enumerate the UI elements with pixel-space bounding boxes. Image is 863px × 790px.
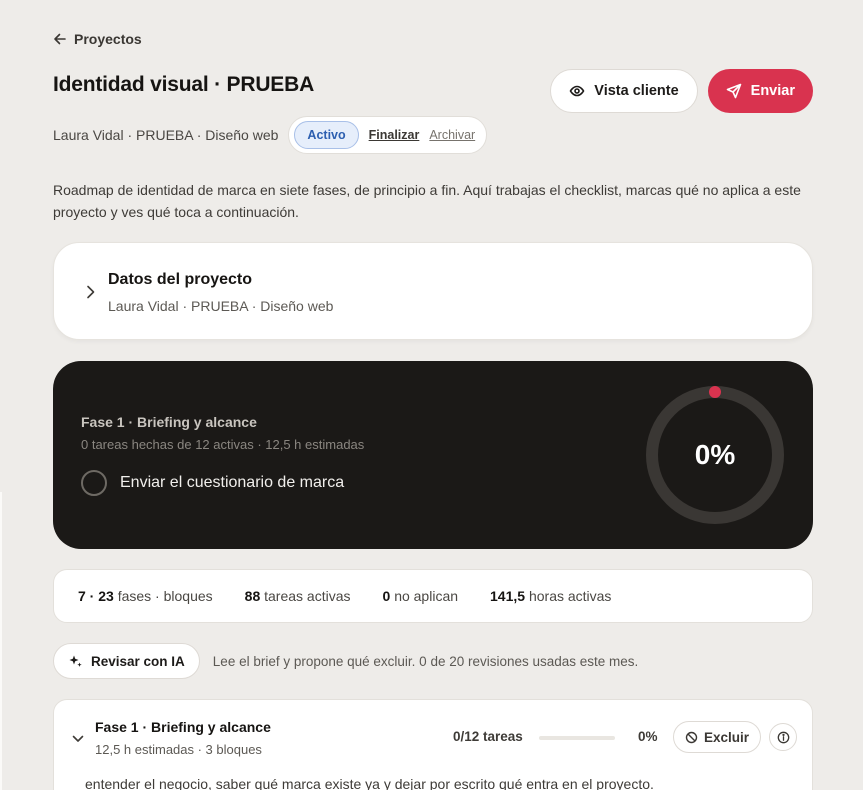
archive-link[interactable]: Archivar: [429, 128, 475, 142]
intro-text: Roadmap de identidad de marca en siete f…: [53, 182, 801, 220]
exclude-label: Excluir: [704, 729, 750, 745]
hero-phase-summary: 0 tareas hechas de 12 activas · 12,5 h e…: [81, 437, 365, 452]
page-title: Identidad visual · PRUEBA: [53, 73, 315, 96]
phase-card-description: entender el negocio, saber qué marca exi…: [85, 776, 654, 790]
details-card-subtitle: Laura Vidal · PRUEBA · Diseño web: [108, 298, 334, 314]
hero-phase-title: Fase 1 · Briefing y alcance: [81, 414, 257, 430]
finalize-link[interactable]: Finalizar: [369, 128, 420, 142]
status-badge[interactable]: Activo: [294, 121, 359, 149]
send-button[interactable]: Enviar: [707, 69, 813, 113]
info-icon: [777, 731, 789, 743]
chevron-right-icon: [87, 285, 95, 299]
client-view-button[interactable]: Vista cliente: [550, 69, 698, 113]
next-task-label: Enviar el cuestionario de marca: [120, 474, 345, 491]
ai-review-row: Revisar con IA Lee el brief y propone qu…: [53, 643, 638, 679]
back-to-projects-link[interactable]: Proyectos: [53, 31, 142, 47]
send-icon: [726, 83, 741, 99]
header-actions: Vista cliente Enviar: [550, 69, 813, 113]
arrow-left-icon: [54, 33, 66, 45]
phase-progress-bar: [539, 736, 615, 740]
ai-review-button[interactable]: Revisar con IA: [53, 643, 200, 679]
phase-task-count: 0/12 tareas: [453, 729, 523, 744]
send-label: Enviar: [750, 83, 795, 99]
phase-progress-pct: 0%: [638, 729, 658, 744]
ban-icon: [685, 731, 698, 743]
current-phase-hero: Fase 1 · Briefing y alcance 0 tareas hec…: [53, 361, 813, 549]
project-meta-row: Laura Vidal · PRUEBA · Diseño web Activo…: [53, 116, 488, 154]
phase-card-title: Fase 1 · Briefing y alcance: [95, 719, 271, 735]
stat-phases-blocks: 7 · 23 fases · bloques: [78, 588, 213, 604]
ai-review-label: Revisar con IA: [91, 653, 185, 669]
details-card-title: Datos del proyecto: [108, 271, 253, 288]
stat-active-hours: 141,5 horas activas: [490, 588, 612, 604]
info-button[interactable]: [769, 723, 797, 751]
exclude-button[interactable]: Excluir: [673, 721, 762, 753]
stat-not-applicable: 0 no aplican: [382, 588, 459, 604]
status-controls: Activo Finalizar Archivar: [288, 116, 488, 154]
back-link-label: Proyectos: [74, 31, 142, 47]
stat-active-tasks: 88 tareas activas: [244, 588, 351, 604]
sparkle-icon: [69, 655, 82, 667]
project-stats-bar: 7 · 23 fases · bloques 88 tareas activas…: [53, 569, 813, 623]
project-meta: Laura Vidal · PRUEBA · Diseño web: [53, 127, 279, 143]
client-view-label: Vista cliente: [594, 83, 679, 99]
page-edge-line: [0, 492, 2, 790]
chevron-down-icon[interactable]: [71, 734, 85, 744]
eye-icon: [569, 85, 585, 97]
task-checkbox[interactable]: [81, 470, 107, 496]
phase-card: Fase 1 · Briefing y alcance 12,5 h estim…: [53, 699, 813, 790]
progress-percentage: 0%: [694, 439, 736, 470]
project-details-card[interactable]: Datos del proyecto Laura Vidal · PRUEBA …: [53, 242, 813, 340]
ai-review-note: Lee el brief y propone qué excluir. 0 de…: [212, 653, 639, 669]
phase-card-subtitle: 12,5 h estimadas · 3 bloques: [95, 742, 262, 757]
next-task-item[interactable]: Enviar el cuestionario de marca: [81, 470, 344, 496]
